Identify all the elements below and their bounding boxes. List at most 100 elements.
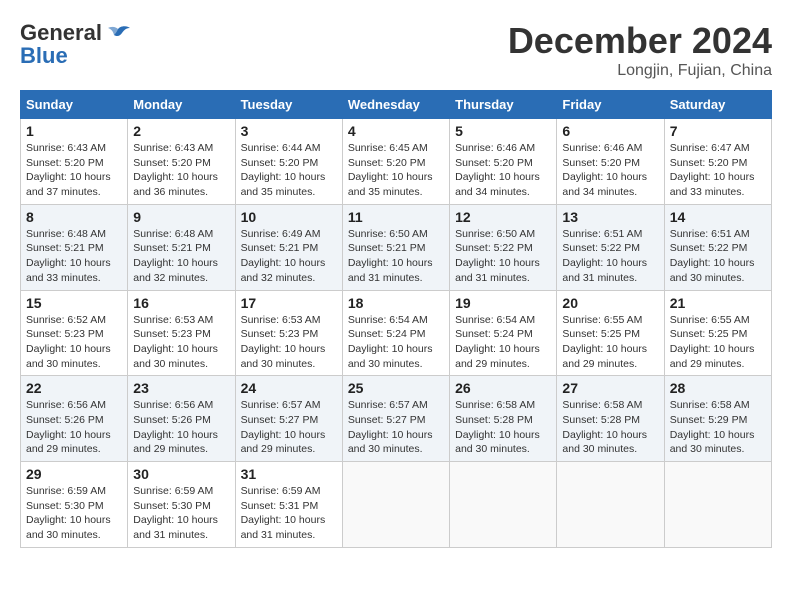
logo-blue-line: Blue (20, 43, 68, 69)
day-number: 16 (133, 295, 229, 311)
calendar-cell: 23 Sunrise: 6:56 AM Sunset: 5:26 PM Dayl… (128, 376, 235, 462)
calendar-cell: 2 Sunrise: 6:43 AM Sunset: 5:20 PM Dayli… (128, 119, 235, 205)
calendar-cell (664, 462, 771, 548)
weekday-header: Saturday (664, 91, 771, 119)
day-number: 1 (26, 123, 122, 139)
page-header: General Blue December 2024 Longjin, Fuji… (20, 20, 772, 80)
day-info: Sunrise: 6:50 AM Sunset: 5:22 PM Dayligh… (455, 227, 551, 286)
day-number: 5 (455, 123, 551, 139)
day-number: 20 (562, 295, 658, 311)
day-number: 8 (26, 209, 122, 225)
day-info: Sunrise: 6:47 AM Sunset: 5:20 PM Dayligh… (670, 141, 766, 200)
day-info: Sunrise: 6:55 AM Sunset: 5:25 PM Dayligh… (562, 313, 658, 372)
calendar-cell: 6 Sunrise: 6:46 AM Sunset: 5:20 PM Dayli… (557, 119, 664, 205)
calendar-cell: 12 Sunrise: 6:50 AM Sunset: 5:22 PM Dayl… (450, 204, 557, 290)
day-number: 18 (348, 295, 444, 311)
calendar-cell: 19 Sunrise: 6:54 AM Sunset: 5:24 PM Dayl… (450, 290, 557, 376)
day-number: 29 (26, 466, 122, 482)
calendar-cell: 13 Sunrise: 6:51 AM Sunset: 5:22 PM Dayl… (557, 204, 664, 290)
day-number: 11 (348, 209, 444, 225)
calendar-cell: 10 Sunrise: 6:49 AM Sunset: 5:21 PM Dayl… (235, 204, 342, 290)
calendar-week-row: 22 Sunrise: 6:56 AM Sunset: 5:26 PM Dayl… (21, 376, 772, 462)
calendar-cell: 31 Sunrise: 6:59 AM Sunset: 5:31 PM Dayl… (235, 462, 342, 548)
day-number: 28 (670, 380, 766, 396)
day-info: Sunrise: 6:58 AM Sunset: 5:28 PM Dayligh… (562, 398, 658, 457)
calendar-cell: 17 Sunrise: 6:53 AM Sunset: 5:23 PM Dayl… (235, 290, 342, 376)
weekday-header: Monday (128, 91, 235, 119)
day-number: 17 (241, 295, 337, 311)
calendar-header-row: SundayMondayTuesdayWednesdayThursdayFrid… (21, 91, 772, 119)
day-info: Sunrise: 6:46 AM Sunset: 5:20 PM Dayligh… (455, 141, 551, 200)
day-number: 7 (670, 123, 766, 139)
day-info: Sunrise: 6:54 AM Sunset: 5:24 PM Dayligh… (348, 313, 444, 372)
day-number: 10 (241, 209, 337, 225)
weekday-header: Friday (557, 91, 664, 119)
day-info: Sunrise: 6:48 AM Sunset: 5:21 PM Dayligh… (26, 227, 122, 286)
day-number: 4 (348, 123, 444, 139)
day-number: 26 (455, 380, 551, 396)
day-info: Sunrise: 6:51 AM Sunset: 5:22 PM Dayligh… (562, 227, 658, 286)
day-info: Sunrise: 6:46 AM Sunset: 5:20 PM Dayligh… (562, 141, 658, 200)
calendar-cell: 21 Sunrise: 6:55 AM Sunset: 5:25 PM Dayl… (664, 290, 771, 376)
calendar-cell (342, 462, 449, 548)
weekday-header: Sunday (21, 91, 128, 119)
day-number: 24 (241, 380, 337, 396)
location-subtitle: Longjin, Fujian, China (508, 62, 772, 80)
day-info: Sunrise: 6:53 AM Sunset: 5:23 PM Dayligh… (133, 313, 229, 372)
day-number: 23 (133, 380, 229, 396)
calendar-cell: 16 Sunrise: 6:53 AM Sunset: 5:23 PM Dayl… (128, 290, 235, 376)
calendar-cell: 29 Sunrise: 6:59 AM Sunset: 5:30 PM Dayl… (21, 462, 128, 548)
calendar-cell: 27 Sunrise: 6:58 AM Sunset: 5:28 PM Dayl… (557, 376, 664, 462)
day-info: Sunrise: 6:50 AM Sunset: 5:21 PM Dayligh… (348, 227, 444, 286)
day-info: Sunrise: 6:45 AM Sunset: 5:20 PM Dayligh… (348, 141, 444, 200)
title-block: December 2024 Longjin, Fujian, China (508, 20, 772, 80)
calendar-cell: 3 Sunrise: 6:44 AM Sunset: 5:20 PM Dayli… (235, 119, 342, 205)
calendar-cell: 20 Sunrise: 6:55 AM Sunset: 5:25 PM Dayl… (557, 290, 664, 376)
day-number: 15 (26, 295, 122, 311)
day-info: Sunrise: 6:44 AM Sunset: 5:20 PM Dayligh… (241, 141, 337, 200)
calendar-cell: 14 Sunrise: 6:51 AM Sunset: 5:22 PM Dayl… (664, 204, 771, 290)
calendar-cell: 25 Sunrise: 6:57 AM Sunset: 5:27 PM Dayl… (342, 376, 449, 462)
day-info: Sunrise: 6:54 AM Sunset: 5:24 PM Dayligh… (455, 313, 551, 372)
weekday-header: Wednesday (342, 91, 449, 119)
calendar-cell: 30 Sunrise: 6:59 AM Sunset: 5:30 PM Dayl… (128, 462, 235, 548)
day-number: 14 (670, 209, 766, 225)
logo-bird-icon (104, 25, 132, 47)
day-info: Sunrise: 6:52 AM Sunset: 5:23 PM Dayligh… (26, 313, 122, 372)
calendar-week-row: 29 Sunrise: 6:59 AM Sunset: 5:30 PM Dayl… (21, 462, 772, 548)
calendar-cell: 11 Sunrise: 6:50 AM Sunset: 5:21 PM Dayl… (342, 204, 449, 290)
day-info: Sunrise: 6:43 AM Sunset: 5:20 PM Dayligh… (133, 141, 229, 200)
day-number: 3 (241, 123, 337, 139)
calendar-cell: 24 Sunrise: 6:57 AM Sunset: 5:27 PM Dayl… (235, 376, 342, 462)
day-info: Sunrise: 6:49 AM Sunset: 5:21 PM Dayligh… (241, 227, 337, 286)
day-number: 12 (455, 209, 551, 225)
calendar-cell: 5 Sunrise: 6:46 AM Sunset: 5:20 PM Dayli… (450, 119, 557, 205)
calendar-cell: 7 Sunrise: 6:47 AM Sunset: 5:20 PM Dayli… (664, 119, 771, 205)
calendar-cell (450, 462, 557, 548)
day-info: Sunrise: 6:57 AM Sunset: 5:27 PM Dayligh… (348, 398, 444, 457)
calendar-cell: 22 Sunrise: 6:56 AM Sunset: 5:26 PM Dayl… (21, 376, 128, 462)
month-title: December 2024 (508, 20, 772, 62)
calendar-cell: 1 Sunrise: 6:43 AM Sunset: 5:20 PM Dayli… (21, 119, 128, 205)
calendar-week-row: 1 Sunrise: 6:43 AM Sunset: 5:20 PM Dayli… (21, 119, 772, 205)
day-number: 13 (562, 209, 658, 225)
day-info: Sunrise: 6:59 AM Sunset: 5:31 PM Dayligh… (241, 484, 337, 543)
weekday-header: Tuesday (235, 91, 342, 119)
day-number: 6 (562, 123, 658, 139)
day-info: Sunrise: 6:57 AM Sunset: 5:27 PM Dayligh… (241, 398, 337, 457)
calendar-cell: 28 Sunrise: 6:58 AM Sunset: 5:29 PM Dayl… (664, 376, 771, 462)
day-info: Sunrise: 6:58 AM Sunset: 5:28 PM Dayligh… (455, 398, 551, 457)
calendar-cell: 4 Sunrise: 6:45 AM Sunset: 5:20 PM Dayli… (342, 119, 449, 205)
calendar-cell: 18 Sunrise: 6:54 AM Sunset: 5:24 PM Dayl… (342, 290, 449, 376)
day-number: 19 (455, 295, 551, 311)
day-number: 2 (133, 123, 229, 139)
calendar-cell: 15 Sunrise: 6:52 AM Sunset: 5:23 PM Dayl… (21, 290, 128, 376)
calendar-cell (557, 462, 664, 548)
calendar-week-row: 15 Sunrise: 6:52 AM Sunset: 5:23 PM Dayl… (21, 290, 772, 376)
calendar-week-row: 8 Sunrise: 6:48 AM Sunset: 5:21 PM Dayli… (21, 204, 772, 290)
day-info: Sunrise: 6:58 AM Sunset: 5:29 PM Dayligh… (670, 398, 766, 457)
day-number: 25 (348, 380, 444, 396)
day-info: Sunrise: 6:48 AM Sunset: 5:21 PM Dayligh… (133, 227, 229, 286)
calendar-cell: 26 Sunrise: 6:58 AM Sunset: 5:28 PM Dayl… (450, 376, 557, 462)
day-number: 21 (670, 295, 766, 311)
